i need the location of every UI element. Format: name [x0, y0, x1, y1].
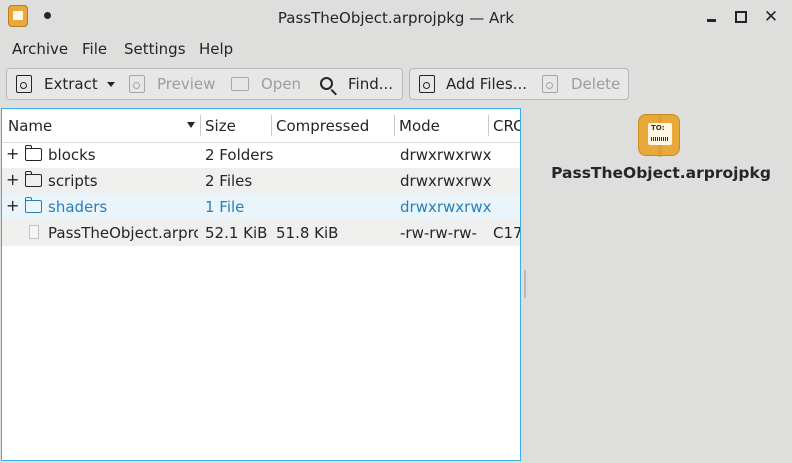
column-name[interactable]: Name [8, 117, 52, 135]
preview-filename: PassTheObject.arprojpkg [551, 164, 771, 182]
table-row[interactable]: + shaders 1 File drwxrwxrwx [2, 194, 520, 220]
column-divider[interactable] [200, 115, 201, 136]
chevron-down-icon[interactable] [107, 82, 115, 87]
folder-icon [24, 197, 42, 213]
add-files-label: Add Files... [446, 75, 528, 93]
row-mode: -rw-rw-rw- [400, 224, 477, 242]
find-label: Find... [348, 75, 394, 93]
archive-file-list[interactable]: Name Size Compressed Mode CRC + blocks 2… [1, 108, 521, 461]
row-name: blocks [48, 146, 96, 164]
row-crc: C17 [493, 224, 521, 242]
preview-icon [129, 75, 145, 93]
menu-help[interactable]: Help [199, 40, 233, 58]
menu-file[interactable]: File [82, 40, 107, 58]
maximize-icon [735, 11, 747, 23]
expand-icon[interactable]: + [6, 144, 19, 163]
folder-icon [24, 171, 42, 187]
column-crc[interactable]: CRC [493, 117, 520, 135]
column-divider[interactable] [488, 115, 489, 136]
add-file-icon [419, 75, 435, 93]
row-size: 2 Files [205, 172, 253, 190]
column-compressed[interactable]: Compressed [276, 117, 369, 135]
column-mode[interactable]: Mode [399, 117, 440, 135]
archive-package-icon: TO: [638, 114, 680, 157]
delete-icon [542, 75, 558, 93]
add-files-button[interactable]: Add Files... [419, 69, 534, 99]
table-row[interactable]: + scripts 2 Files drwxrwxrwx [2, 168, 520, 194]
row-size: 52.1 KiB [205, 224, 268, 242]
extract-icon [16, 75, 32, 93]
row-mode: drwxrwxrwx [400, 146, 492, 164]
maximize-button[interactable] [730, 6, 752, 28]
folder-open-icon [231, 77, 249, 91]
extract-label: Extract [44, 75, 98, 93]
row-mode: drwxrwxrwx [400, 198, 492, 216]
find-button[interactable]: Find... [319, 69, 399, 99]
row-name: scripts [48, 172, 98, 190]
window-title: PassTheObject.arprojpkg — Ark [277, 9, 515, 27]
close-button[interactable]: ✕ [760, 6, 782, 28]
open-label: Open [261, 75, 302, 93]
preview-label: Preview [157, 75, 216, 93]
row-compressed: 51.8 KiB [276, 224, 339, 242]
toolbar-group-edit: Add Files... Delete [409, 68, 629, 100]
expand-icon[interactable]: + [6, 196, 19, 215]
column-divider[interactable] [394, 115, 395, 136]
row-size: 2 Folders [205, 146, 274, 164]
folder-icon [24, 145, 42, 161]
minimize-icon [706, 18, 716, 22]
open-button[interactable]: Open [231, 69, 311, 99]
panel-splitter-handle[interactable] [524, 270, 526, 298]
column-size[interactable]: Size [205, 117, 236, 135]
table-row[interactable]: + blocks 2 Folders drwxrwxrwx [2, 142, 520, 168]
search-icon [320, 77, 333, 90]
package-label-text: TO: [651, 124, 665, 132]
extract-button[interactable]: Extract [16, 69, 126, 99]
column-divider[interactable] [271, 115, 272, 136]
column-header: Name Size Compressed Mode CRC [2, 109, 520, 143]
delete-button[interactable]: Delete [542, 69, 622, 99]
row-name: shaders [48, 198, 108, 216]
title-bar: PassTheObject.arprojpkg — Ark ✕ [0, 0, 792, 34]
sort-descending-icon [187, 122, 195, 128]
row-name: PassTheObject.arproj [48, 224, 198, 242]
menu-bar: Archive File Settings Help [0, 35, 792, 63]
file-icon [29, 225, 39, 239]
row-size: 1 File [205, 198, 245, 216]
delete-label: Delete [571, 75, 621, 93]
menu-archive[interactable]: Archive [12, 40, 68, 58]
table-row[interactable]: PassTheObject.arproj 52.1 KiB 51.8 KiB -… [2, 220, 521, 246]
expand-icon[interactable]: + [6, 170, 19, 189]
minimize-button[interactable] [700, 6, 722, 28]
menu-settings[interactable]: Settings [124, 40, 186, 58]
row-mode: drwxrwxrwx [400, 172, 492, 190]
preview-button[interactable]: Preview [129, 69, 219, 99]
toolbar-group-main: Extract Preview Open Find... [6, 68, 403, 100]
